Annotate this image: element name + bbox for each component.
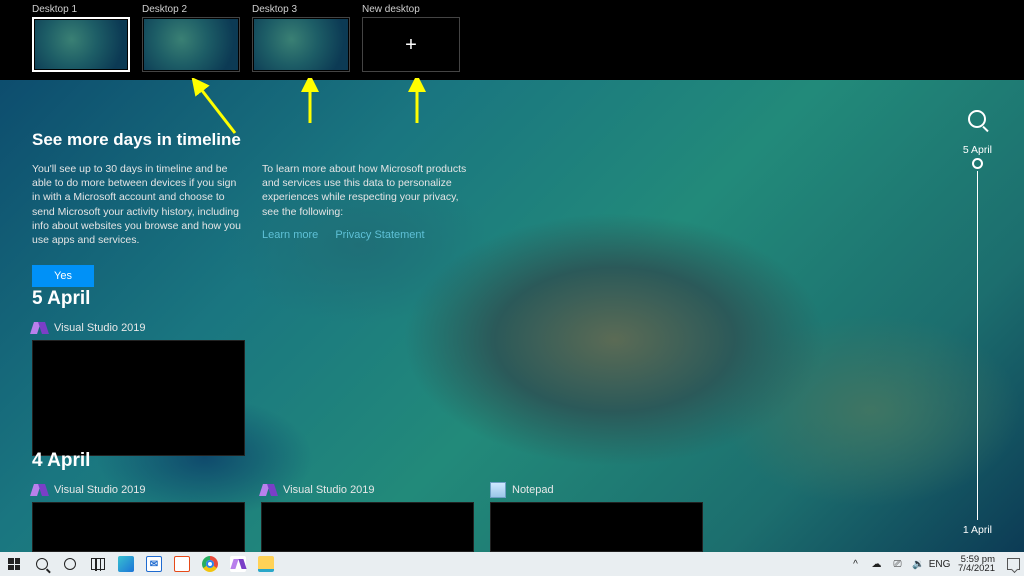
rail-top-date: 5 April: [963, 144, 992, 156]
tray-overflow-icon[interactable]: ^: [849, 558, 862, 571]
cortana-button[interactable]: [56, 552, 84, 576]
desktop-1-thumb[interactable]: [32, 17, 130, 72]
taskbar-app-edge[interactable]: [112, 552, 140, 576]
start-button[interactable]: [0, 552, 28, 576]
system-tray: ^ ☁ ⎚ 🔉 ENG 5:59 pm 7/4/2021: [849, 552, 1024, 576]
new-desktop-tile[interactable]: New desktop +: [362, 4, 460, 76]
search-button[interactable]: [28, 552, 56, 576]
timeline-section-4-april: 4 April Visual Studio 2019 Visual Studio…: [32, 450, 703, 552]
desktop-3-thumb[interactable]: [252, 17, 350, 72]
date-heading: 5 April: [32, 288, 245, 310]
app-name: Visual Studio 2019: [283, 484, 375, 496]
action-center-icon[interactable]: [1007, 558, 1020, 571]
timeline-card[interactable]: [261, 502, 474, 552]
desktop-2-label: Desktop 2: [142, 4, 240, 15]
timeline-search-icon[interactable]: [968, 110, 986, 128]
task-view-button[interactable]: [84, 552, 112, 576]
timeline-card-header: Visual Studio 2019: [261, 482, 474, 498]
notepad-icon: [490, 482, 506, 498]
onedrive-icon[interactable]: ☁: [870, 558, 883, 571]
new-desktop-label: New desktop: [362, 4, 460, 15]
rail-bottom-date: 1 April: [963, 524, 992, 536]
visual-studio-icon: [32, 482, 48, 498]
timeline-card[interactable]: [32, 502, 245, 552]
timeline-card-header: Notepad: [490, 482, 703, 498]
app-name: Visual Studio 2019: [54, 322, 146, 334]
taskbar-app-visual-studio[interactable]: [224, 552, 252, 576]
plus-icon: +: [405, 35, 417, 55]
rail-track[interactable]: [977, 171, 979, 520]
visual-studio-icon: [32, 320, 48, 336]
privacy-statement-link[interactable]: Privacy Statement: [335, 229, 424, 241]
desktop-3-label: Desktop 3: [252, 4, 350, 15]
app-name: Notepad: [512, 484, 554, 496]
card-title: See more days in timeline: [32, 130, 472, 150]
learn-more-link[interactable]: Learn more: [262, 229, 318, 241]
timeline-card[interactable]: [32, 340, 245, 456]
language-indicator[interactable]: ENG: [933, 558, 946, 571]
rail-position-knob[interactable]: [972, 158, 983, 169]
volume-icon[interactable]: 🔉: [912, 558, 925, 571]
card-text-right: To learn more about how Microsoft produc…: [262, 162, 472, 219]
desktop-2-tile[interactable]: Desktop 2: [142, 4, 240, 76]
yes-button[interactable]: Yes: [32, 265, 94, 287]
wifi-icon[interactable]: ⎚: [891, 558, 904, 571]
taskbar-app-mail[interactable]: ✉: [140, 552, 168, 576]
taskbar: ✉ ^ ☁ ⎚ 🔉 ENG 5:59 pm 7/4/2021: [0, 552, 1024, 576]
taskbar-left: ✉: [0, 552, 280, 576]
timeline-card-header: Visual Studio 2019: [32, 320, 245, 336]
app-name: Visual Studio 2019: [54, 484, 146, 496]
timeline-scrollbar[interactable]: 5 April 1 April: [963, 110, 992, 536]
timeline-card-header: Visual Studio 2019: [32, 482, 245, 498]
new-desktop-thumb[interactable]: +: [362, 17, 460, 72]
taskbar-app-chrome[interactable]: [196, 552, 224, 576]
desktop-1-label: Desktop 1: [32, 4, 130, 15]
desktop-2-thumb[interactable]: [142, 17, 240, 72]
virtual-desktops-strip: Desktop 1 Desktop 2 Desktop 3 New deskto…: [32, 4, 460, 76]
timeline-card[interactable]: [490, 502, 703, 552]
desktop-1-tile[interactable]: Desktop 1: [32, 4, 130, 76]
visual-studio-icon: [261, 482, 277, 498]
card-text-left: You'll see up to 30 days in timeline and…: [32, 162, 242, 247]
clock[interactable]: 5:59 pm 7/4/2021: [954, 555, 999, 574]
timeline-signin-card: See more days in timeline You'll see up …: [32, 130, 472, 287]
taskbar-app-office[interactable]: [168, 552, 196, 576]
taskbar-app-file-explorer[interactable]: [252, 552, 280, 576]
timeline-section-5-april: 5 April Visual Studio 2019: [32, 288, 245, 456]
date-heading: 4 April: [32, 450, 703, 472]
clock-date: 7/4/2021: [958, 564, 995, 574]
desktop-3-tile[interactable]: Desktop 3: [252, 4, 350, 76]
